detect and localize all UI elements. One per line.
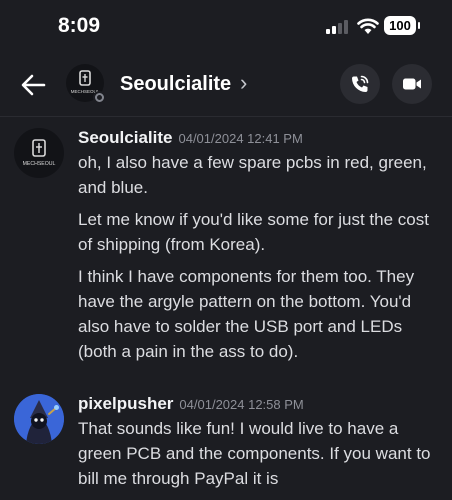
status-bar: 8:09 100 xyxy=(0,0,452,54)
username[interactable]: pixelpusher xyxy=(78,394,173,413)
video-camera-icon xyxy=(403,78,421,90)
voice-call-button[interactable] xyxy=(340,64,380,104)
message-avatar[interactable] xyxy=(14,394,64,444)
battery-icon: 100 xyxy=(384,16,416,35)
message-paragraph: oh, I also have a few spare pcbs in red,… xyxy=(78,153,427,197)
message-avatar-label: MECHSEOUL xyxy=(23,161,56,167)
message-avatar[interactable]: MECHSEOUL xyxy=(14,128,64,178)
message-paragraph: Let me know if you'd like some for just … xyxy=(78,210,429,254)
signal-icon xyxy=(326,20,348,34)
back-arrow-icon xyxy=(21,74,46,96)
username[interactable]: Seoulcialite xyxy=(78,128,172,147)
message-pixelpusher: pixelpusher 04/01/2024 12:58 PM That soun… xyxy=(0,394,452,500)
phone-icon xyxy=(352,75,369,92)
presence-offline-icon xyxy=(93,91,106,104)
message-seoulcialite: MECHSEOUL Seoulcialite 04/01/2024 12:41 P… xyxy=(0,128,452,368)
message-paragraph: That sounds like fun! I would live to ha… xyxy=(78,419,431,488)
wizard-avatar-icon xyxy=(14,394,64,444)
wifi-icon xyxy=(357,18,379,34)
message-header: Seoulcialite 04/01/2024 12:41 PM xyxy=(78,128,303,148)
header-title[interactable]: Seoulcialite xyxy=(120,73,231,96)
chat-header: MECHSEOUL Seoulcialite › xyxy=(0,54,452,116)
chevron-right-icon[interactable]: › xyxy=(240,70,247,96)
back-button[interactable] xyxy=(18,69,50,101)
mechseoul-logo-icon: MECHSEOUL xyxy=(23,139,56,167)
timestamp: 04/01/2024 12:41 PM xyxy=(178,131,303,146)
timestamp: 04/01/2024 12:58 PM xyxy=(179,397,304,412)
battery-cap xyxy=(418,22,420,29)
video-call-button[interactable] xyxy=(392,64,432,104)
status-time: 8:09 xyxy=(58,14,101,37)
battery-level: 100 xyxy=(389,18,411,33)
message-paragraph: I think I have components for them too. … xyxy=(78,267,415,361)
header-divider xyxy=(0,116,452,117)
message-header: pixelpusher 04/01/2024 12:58 PM xyxy=(78,394,304,414)
